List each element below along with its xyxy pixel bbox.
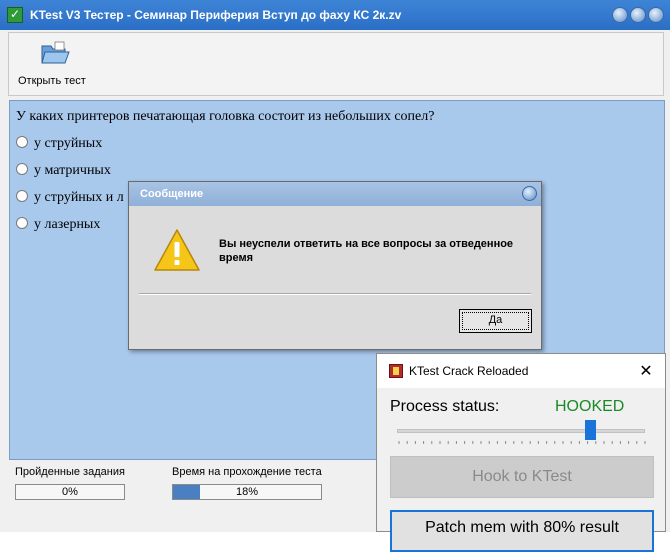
completed-status: Пройденные задания 0% <box>15 466 125 500</box>
radio-button[interactable] <box>16 136 28 148</box>
radio-button[interactable] <box>16 163 28 175</box>
ok-focus-ring <box>462 312 529 330</box>
message-title: Сообщение <box>140 188 204 200</box>
open-test-button[interactable]: Открыть тест <box>11 35 99 93</box>
crack-window-title: KTest Crack Reloaded <box>409 364 529 378</box>
answer-label: у матричных <box>34 163 111 178</box>
toolbar: Открыть тест <box>8 32 664 96</box>
patch-memory-button[interactable]: Patch mem with 80% result <box>390 510 654 552</box>
app-icon <box>7 7 23 23</box>
message-dialog: Сообщение Вы неуспели ответить на все во… <box>128 181 542 350</box>
answer-option[interactable]: у струйных <box>16 136 102 154</box>
crack-title-bar[interactable]: KTest Crack Reloaded ✕ <box>377 354 665 388</box>
time-status: Время на прохождение теста 18% <box>172 466 322 500</box>
message-title-bar[interactable]: Сообщение <box>129 182 541 206</box>
minimize-button[interactable] <box>612 7 628 23</box>
slider-thumb[interactable] <box>585 420 597 440</box>
slider-track <box>397 429 645 433</box>
maximize-button[interactable] <box>630 7 646 23</box>
time-progress-value: 18% <box>235 486 259 498</box>
close-button[interactable] <box>648 7 664 23</box>
process-status-label: Process status: <box>390 398 500 415</box>
crack-app-icon <box>389 364 403 378</box>
message-separator <box>139 293 531 295</box>
completed-label: Пройденные задания <box>15 466 125 478</box>
time-label: Время на прохождение теста <box>172 466 322 478</box>
answer-option[interactable]: у матричных <box>16 163 111 181</box>
crack-window: KTest Crack Reloaded ✕ Process status: H… <box>376 353 666 552</box>
open-folder-icon <box>41 41 70 64</box>
completed-progress-bar: 0% <box>15 484 125 500</box>
warning-icon <box>154 229 200 271</box>
answer-label: у лазерных <box>34 217 101 232</box>
time-progress-bar: 18% <box>172 484 322 500</box>
time-progress-fill <box>173 485 200 499</box>
question-text: У каких принтеров печатающая головка сос… <box>16 109 435 124</box>
main-title-bar[interactable]: KTest V3 Тестер - Семинар Периферия Всту… <box>0 0 670 30</box>
slider-ticks <box>398 441 646 444</box>
message-close-button[interactable] <box>522 186 537 201</box>
completed-progress-value: 0% <box>62 486 78 498</box>
answer-label: у струйных <box>34 136 103 151</box>
open-test-label: Открыть тест <box>18 75 86 87</box>
hook-to-ktest-button[interactable]: Hook to KTest <box>390 456 654 498</box>
crack-close-button[interactable]: ✕ <box>636 361 656 381</box>
radio-button[interactable] <box>16 190 28 202</box>
result-slider[interactable] <box>397 420 647 448</box>
radio-button[interactable] <box>16 217 28 229</box>
process-status-value: HOOKED <box>555 398 625 415</box>
ok-button[interactable]: Да <box>459 309 532 333</box>
message-text: Вы неуспели ответить на все вопросы за о… <box>219 238 514 264</box>
answer-option[interactable]: у лазерных <box>16 217 100 235</box>
answer-label: у струйных и л <box>34 190 124 205</box>
window-title: KTest V3 Тестер - Семинар Периферия Всту… <box>30 8 402 22</box>
answer-option[interactable]: у струйных и л <box>16 190 124 208</box>
